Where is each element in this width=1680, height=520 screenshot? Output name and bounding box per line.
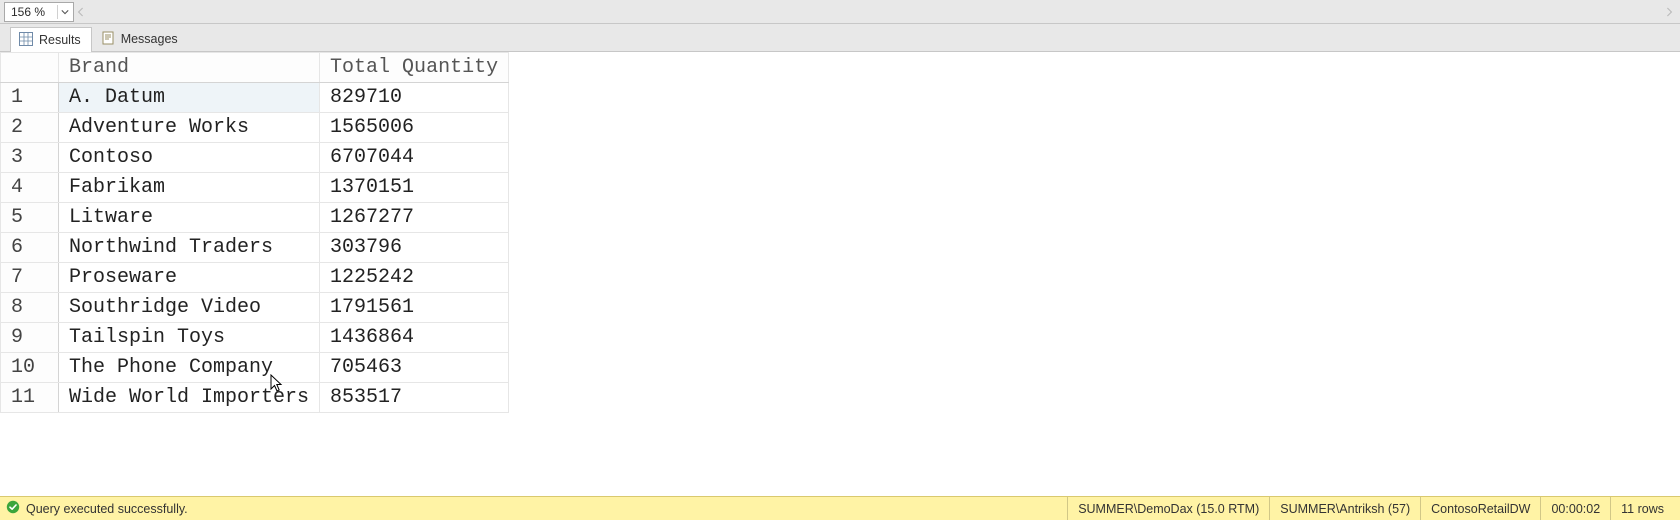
cell-brand[interactable]: A. Datum: [59, 83, 320, 113]
tab-results[interactable]: Results: [10, 27, 92, 52]
row-number[interactable]: 8: [1, 293, 59, 323]
col-brand[interactable]: Brand: [59, 53, 320, 83]
table-row[interactable]: 3 Contoso 6707044: [1, 143, 509, 173]
table-row[interactable]: 6 Northwind Traders 303796: [1, 233, 509, 263]
row-number[interactable]: 5: [1, 203, 59, 233]
status-bar: Query executed successfully. SUMMER\Demo…: [0, 496, 1680, 520]
tab-messages[interactable]: Messages: [92, 26, 189, 51]
table-row[interactable]: 4 Fabrikam 1370151: [1, 173, 509, 203]
table-row[interactable]: 1 A. Datum 829710: [1, 83, 509, 113]
grid-icon: [19, 32, 33, 49]
row-number[interactable]: 9: [1, 323, 59, 353]
cell-qty[interactable]: 303796: [320, 233, 509, 263]
cell-brand[interactable]: Northwind Traders: [59, 233, 320, 263]
results-pane[interactable]: Brand Total Quantity 1 A. Datum 829710 2…: [0, 52, 1680, 496]
nav-arrows: [74, 0, 1680, 23]
row-number[interactable]: 10: [1, 353, 59, 383]
row-number[interactable]: 3: [1, 143, 59, 173]
results-grid: Brand Total Quantity 1 A. Datum 829710 2…: [0, 52, 509, 413]
chevron-down-icon: [57, 5, 71, 19]
table-row[interactable]: 11 Wide World Importers 853517: [1, 383, 509, 413]
cell-brand[interactable]: Litware: [59, 203, 320, 233]
cell-qty[interactable]: 1436864: [320, 323, 509, 353]
zoom-toolbar: 156 %: [0, 0, 1680, 24]
cell-qty[interactable]: 853517: [320, 383, 509, 413]
document-icon: [101, 31, 115, 48]
tab-results-label: Results: [39, 33, 81, 47]
row-number[interactable]: 7: [1, 263, 59, 293]
nav-next-icon[interactable]: [1662, 2, 1676, 22]
cell-qty[interactable]: 1565006: [320, 113, 509, 143]
cell-brand[interactable]: Adventure Works: [59, 113, 320, 143]
status-database: ContosoRetailDW: [1420, 497, 1540, 520]
status-user: SUMMER\Antriksh (57): [1269, 497, 1420, 520]
header-row: Brand Total Quantity: [1, 53, 509, 83]
cell-brand[interactable]: Fabrikam: [59, 173, 320, 203]
cell-qty[interactable]: 6707044: [320, 143, 509, 173]
table-row[interactable]: 10 The Phone Company 705463: [1, 353, 509, 383]
cell-qty[interactable]: 1267277: [320, 203, 509, 233]
row-number[interactable]: 2: [1, 113, 59, 143]
col-total-quantity[interactable]: Total Quantity: [320, 53, 509, 83]
results-tab-strip: Results Messages: [0, 24, 1680, 52]
cell-qty[interactable]: 1791561: [320, 293, 509, 323]
row-number[interactable]: 4: [1, 173, 59, 203]
status-server: SUMMER\DemoDax (15.0 RTM): [1067, 497, 1269, 520]
table-row[interactable]: 2 Adventure Works 1565006: [1, 113, 509, 143]
row-number[interactable]: 6: [1, 233, 59, 263]
table-row[interactable]: 7 Proseware 1225242: [1, 263, 509, 293]
zoom-select[interactable]: 156 %: [4, 2, 74, 22]
row-number[interactable]: 1: [1, 83, 59, 113]
cell-qty[interactable]: 705463: [320, 353, 509, 383]
status-left: Query executed successfully.: [6, 500, 188, 517]
nav-prev-icon[interactable]: [74, 2, 88, 22]
cell-qty[interactable]: 1225242: [320, 263, 509, 293]
cell-brand[interactable]: The Phone Company: [59, 353, 320, 383]
cell-qty[interactable]: 1370151: [320, 173, 509, 203]
cell-brand[interactable]: Southridge Video: [59, 293, 320, 323]
cell-qty[interactable]: 829710: [320, 83, 509, 113]
table-row[interactable]: 9 Tailspin Toys 1436864: [1, 323, 509, 353]
status-elapsed: 00:00:02: [1540, 497, 1610, 520]
success-icon: [6, 500, 20, 517]
rownum-header[interactable]: [1, 53, 59, 83]
cell-brand[interactable]: Proseware: [59, 263, 320, 293]
zoom-value: 156 %: [11, 5, 45, 19]
tab-messages-label: Messages: [121, 32, 178, 46]
cell-brand[interactable]: Tailspin Toys: [59, 323, 320, 353]
cell-brand[interactable]: Contoso: [59, 143, 320, 173]
status-right: SUMMER\DemoDax (15.0 RTM) SUMMER\Antriks…: [1067, 497, 1674, 520]
table-row[interactable]: 8 Southridge Video 1791561: [1, 293, 509, 323]
status-message: Query executed successfully.: [26, 502, 188, 516]
row-number[interactable]: 11: [1, 383, 59, 413]
table-row[interactable]: 5 Litware 1267277: [1, 203, 509, 233]
cell-brand[interactable]: Wide World Importers: [59, 383, 320, 413]
status-rowcount: 11 rows: [1610, 497, 1674, 520]
